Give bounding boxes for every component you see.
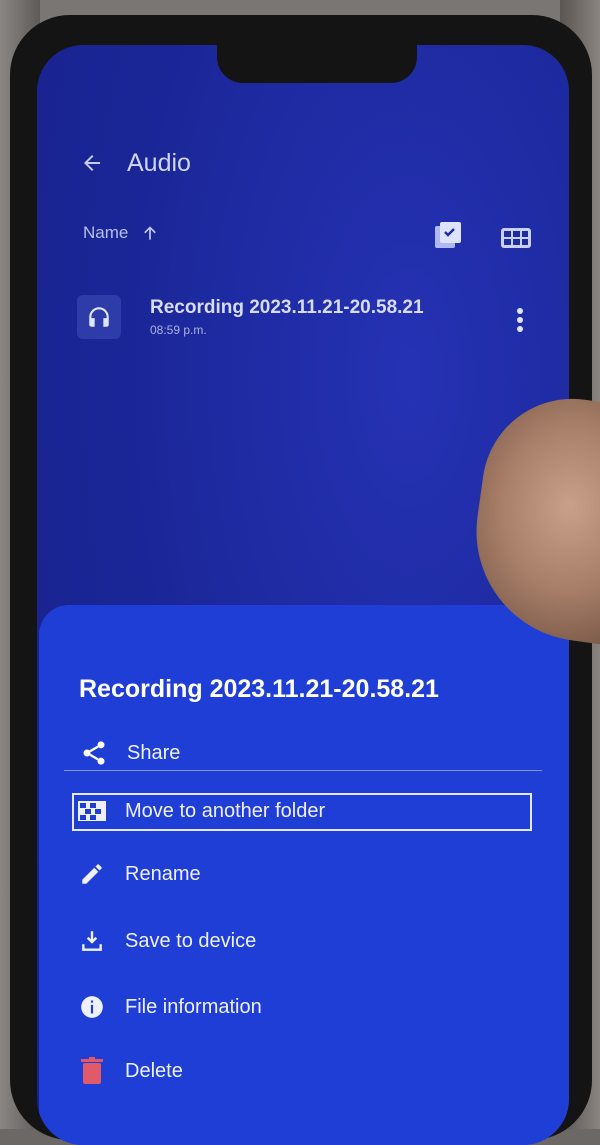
menu-item-label: File information: [125, 995, 262, 1018]
notch: [217, 45, 417, 83]
menu-item-label: Save to device: [125, 929, 257, 952]
file-time: 08:59 p.m.: [150, 323, 207, 337]
sort-label: Name: [83, 223, 129, 242]
sort-control[interactable]: Name: [83, 223, 160, 243]
menu-item-label: Move to another folder: [125, 799, 326, 822]
menu-item-label: Delete: [125, 1059, 183, 1082]
file-name: Recording 2023.11.21-20.58.21: [150, 297, 424, 318]
download-icon: [75, 924, 109, 958]
move-folder-icon: [75, 794, 109, 828]
divider: [64, 770, 542, 771]
headphones-icon: [77, 295, 121, 339]
file-list-item[interactable]: Recording 2023.11.21-20.58.21 08:59 p.m.: [77, 295, 537, 355]
trash-icon: [75, 1054, 109, 1088]
menu-item-delete[interactable]: Delete: [75, 1051, 535, 1091]
page-title: Audio: [127, 148, 191, 177]
grid-view-icon[interactable]: [500, 227, 532, 249]
back-arrow-icon[interactable]: [77, 148, 107, 178]
info-icon: [75, 990, 109, 1024]
phone-frame: Audio Name Recording 2023.11.21-20.58.21…: [10, 15, 600, 1145]
menu-item-move[interactable]: Move to another folder: [75, 791, 535, 831]
pencil-icon: [75, 857, 109, 891]
arrow-up-icon: [140, 223, 160, 243]
menu-item-save[interactable]: Save to device: [75, 921, 535, 961]
more-options-icon[interactable]: [513, 305, 527, 335]
phone-screen: Audio Name Recording 2023.11.21-20.58.21…: [37, 45, 569, 1145]
menu-item-label: Rename: [125, 862, 201, 885]
menu-item-label: Share: [127, 741, 181, 764]
menu-item-rename[interactable]: Rename: [75, 854, 535, 894]
menu-item-info[interactable]: File information: [75, 987, 535, 1027]
menu-item-share[interactable]: Share: [77, 733, 537, 773]
app-bar: Audio: [77, 143, 191, 183]
select-all-icon[interactable]: [433, 220, 463, 250]
share-icon: [77, 736, 111, 770]
sheet-title: Recording 2023.11.21-20.58.21: [79, 675, 439, 703]
